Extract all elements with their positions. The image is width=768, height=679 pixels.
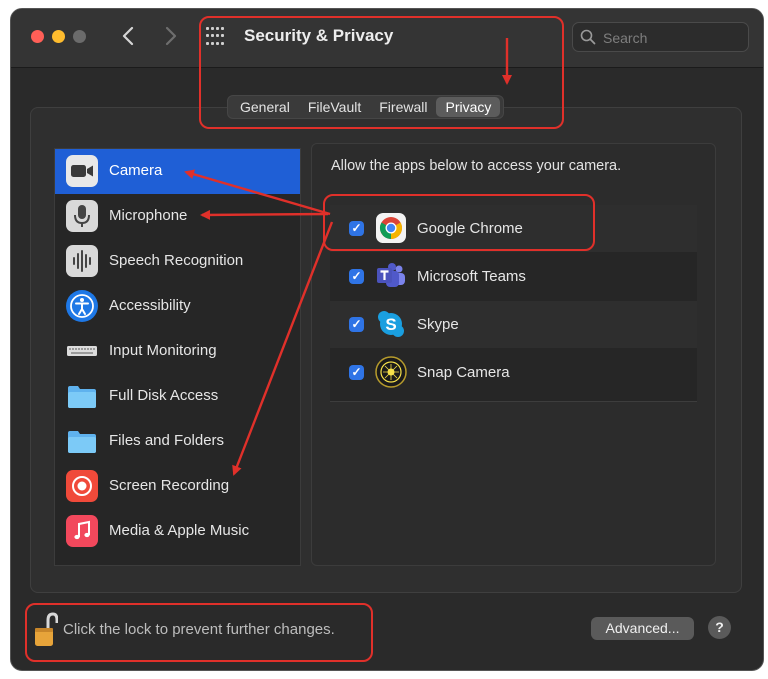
arrow-to-camera bbox=[184, 169, 331, 216]
annotation-arrows bbox=[184, 38, 512, 476]
arrow-to-screen-recording bbox=[232, 221, 334, 476]
arrow-to-microphone bbox=[200, 209, 329, 220]
